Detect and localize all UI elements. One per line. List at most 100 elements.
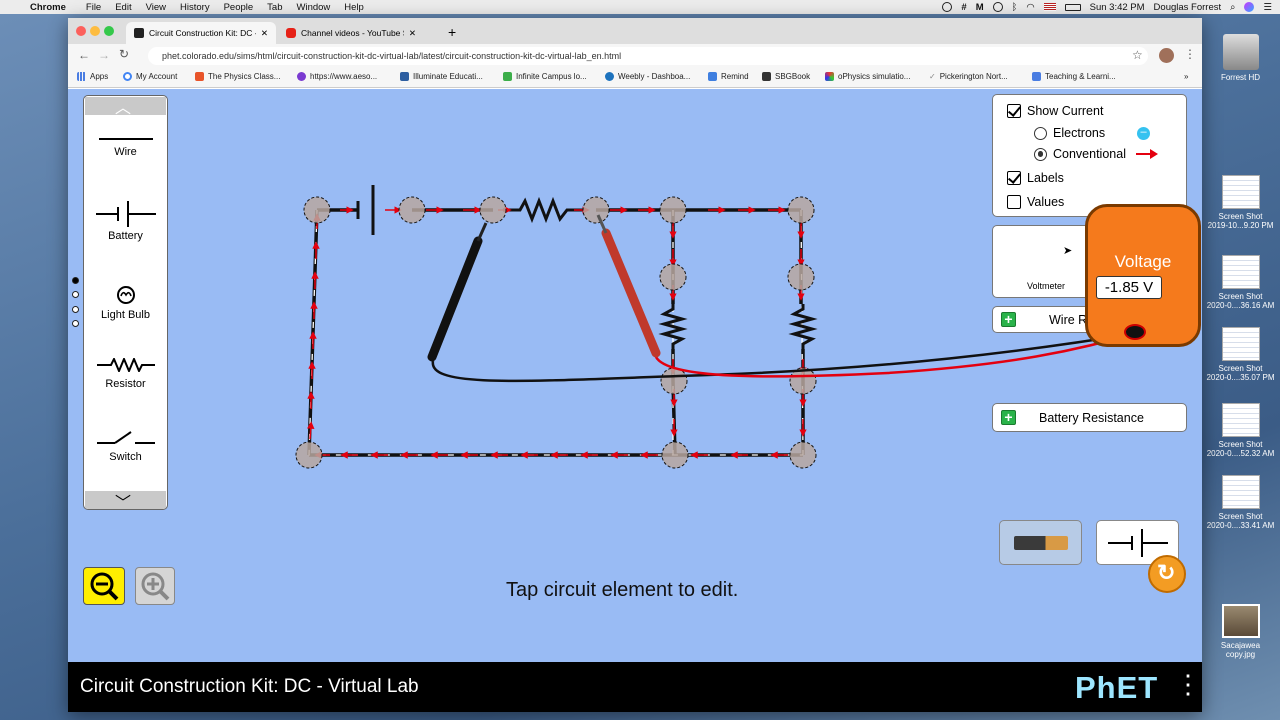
menubar-user[interactable]: Douglas Forrest (1154, 2, 1222, 13)
file-name: Screen Shot (1218, 512, 1263, 521)
grid-status-icon[interactable]: # (961, 2, 966, 13)
bookmark-physics-classroom[interactable]: The Physics Class... (195, 72, 280, 81)
menu-people[interactable]: People (224, 2, 254, 13)
menu-tab[interactable]: Tab (267, 2, 282, 13)
expand-plus-icon[interactable]: + (1001, 312, 1016, 327)
checkbox[interactable] (1007, 195, 1021, 209)
bookmark-illuminate[interactable]: Illuminate Educati... (400, 72, 483, 81)
radio-button[interactable] (1034, 147, 1047, 161)
menu-app-name[interactable]: Chrome (30, 2, 66, 13)
close-tab-icon[interactable]: ✕ (409, 28, 416, 39)
bookmark-weebly[interactable]: Weebly - Dashboa... (605, 72, 690, 81)
menu-view[interactable]: View (146, 2, 166, 13)
tab-youtube[interactable]: Channel videos - YouTube Stud ✕ (278, 22, 424, 44)
phet-logo[interactable]: PhET (1075, 670, 1158, 706)
time-machine-icon[interactable] (992, 2, 1003, 12)
labels-checkbox[interactable]: Labels (1007, 171, 1064, 185)
bookmark-remind[interactable]: Remind (708, 72, 749, 81)
junction-vertices[interactable] (295, 196, 817, 469)
toolbox-resistor[interactable]: Resistor (84, 358, 167, 390)
bookmark-sbgbook[interactable]: SBGBook (762, 72, 810, 81)
conventional-radio[interactable]: Conventional (1034, 147, 1158, 161)
radio-button[interactable] (1034, 126, 1047, 140)
menu-history[interactable]: History (180, 2, 210, 13)
bookmark-teaching-learning[interactable]: Teaching & Learni... (1032, 72, 1116, 81)
electrons-radio[interactable]: Electrons – (1034, 126, 1151, 140)
file-sub: copy.jpg (1225, 650, 1256, 659)
new-tab-button[interactable]: + (448, 24, 456, 40)
component-toolbox[interactable]: ︿ Wire Battery Light Bulb Resistor Switc… (83, 95, 168, 510)
toolbox-page-dot-1[interactable] (72, 277, 79, 284)
desktop-file-4[interactable]: Screen Shot 2020-0....52.32 AM (1203, 403, 1278, 458)
battery-component[interactable] (356, 185, 375, 235)
flag-icon[interactable] (1043, 3, 1056, 11)
wire-network[interactable] (307, 208, 805, 457)
bookmark-infinite-campus[interactable]: Infinite Campus lo... (503, 72, 587, 81)
battery-status-icon[interactable] (1064, 3, 1081, 11)
black-probe[interactable] (427, 222, 488, 362)
bookmarks-overflow-icon[interactable]: » (1184, 72, 1188, 81)
values-checkbox[interactable]: Values (1007, 195, 1064, 209)
toolbox-page-dot-4[interactable] (72, 320, 79, 327)
show-current-checkbox[interactable]: Show Current (1007, 104, 1103, 118)
tab-circuit-kit[interactable]: Circuit Construction Kit: DC - V ✕ (126, 22, 276, 44)
resistor-right[interactable] (788, 304, 818, 351)
voltmeter-device[interactable]: Voltage -1.85 V (1085, 204, 1201, 347)
drive-icon[interactable]: Forrest HD (1203, 34, 1278, 82)
bookmark-ophysics[interactable]: oPhysics simulatio... (825, 72, 910, 81)
malwarebytes-icon[interactable]: M (976, 2, 984, 13)
address-bar[interactable]: phet.colorado.edu/sims/html/circuit-cons… (148, 47, 1148, 65)
menu-help[interactable]: Help (344, 2, 364, 13)
resistor-top[interactable] (503, 196, 583, 224)
menubar-clock[interactable]: Sun 3:42 PM (1090, 2, 1145, 13)
menu-file[interactable]: File (86, 2, 101, 13)
bookmark-my-account[interactable]: My Account (123, 72, 177, 81)
toolbox-switch[interactable]: Switch (84, 430, 167, 463)
red-probe[interactable] (596, 214, 661, 358)
chrome-menu-icon[interactable]: ⋮ (1184, 47, 1196, 61)
siri-icon[interactable] (1244, 2, 1255, 12)
checkbox[interactable] (1007, 171, 1021, 185)
spotlight-search-icon[interactable]: ⌕ (1230, 2, 1235, 13)
ophysics-icon (825, 72, 834, 81)
checkbox[interactable] (1007, 104, 1021, 118)
bookmark-apps[interactable]: Apps (77, 72, 108, 81)
expand-plus-icon[interactable]: + (1001, 410, 1016, 425)
record-icon[interactable] (942, 2, 953, 12)
minimize-window-button[interactable] (90, 26, 100, 36)
desktop-file-3[interactable]: Screen Shot 2020-0....35.07 PM (1203, 327, 1278, 382)
toolbox-page-dot-3[interactable] (72, 306, 79, 313)
bookmark-aeso[interactable]: https://www.aeso... (297, 72, 377, 81)
menu-edit[interactable]: Edit (115, 2, 131, 13)
reset-all-button[interactable]: ↻ (1148, 555, 1186, 593)
desktop-file-5[interactable]: Screen Shot 2020-0....33.41 AM (1203, 475, 1278, 530)
desktop-file-6[interactable]: Sacajawea copy.jpg (1203, 604, 1278, 659)
close-tab-icon[interactable]: ✕ (261, 28, 268, 39)
menu-window[interactable]: Window (297, 2, 331, 13)
forward-icon[interactable]: → (98, 48, 110, 62)
maximize-window-button[interactable] (104, 26, 114, 36)
zoom-in-button[interactable] (135, 567, 175, 605)
close-window-button[interactable] (76, 26, 86, 36)
back-icon[interactable]: ← (78, 48, 90, 62)
phet-menu-icon[interactable]: ⋮ (1175, 670, 1201, 698)
simulation-canvas[interactable]: ︿ Wire Battery Light Bulb Resistor Switc… (68, 89, 1202, 662)
toolbox-wire[interactable]: Wire (84, 138, 167, 158)
toolbox-page-dot-2[interactable] (72, 291, 79, 298)
battery-resistance-accordion[interactable]: + Battery Resistance (992, 403, 1187, 432)
reload-icon[interactable]: ↻ (119, 47, 129, 61)
lifelike-view-button[interactable] (999, 520, 1082, 565)
toolbox-light-bulb[interactable]: Light Bulb (84, 284, 167, 321)
toolbox-scroll-down[interactable]: ﹀ (85, 491, 166, 509)
toolbox-battery[interactable]: Battery (84, 200, 167, 242)
bookmark-pickerington[interactable]: ✓ Pickerington Nort... (929, 72, 1008, 81)
wifi-icon[interactable]: ◠ (1026, 2, 1034, 13)
profile-avatar[interactable] (1159, 48, 1174, 63)
zoom-out-button[interactable] (83, 567, 125, 605)
bookmark-star-icon[interactable]: ☆ (1132, 48, 1143, 62)
notification-center-icon[interactable]: ☰ (1263, 2, 1272, 13)
desktop-file-1[interactable]: Screen Shot 2019-10...9.20 PM (1203, 175, 1278, 230)
desktop-file-2[interactable]: Screen Shot 2020-0....36.16 AM (1203, 255, 1278, 310)
bluetooth-icon[interactable]: ᛒ (1012, 2, 1018, 13)
toolbox-scroll-up[interactable]: ︿ (85, 97, 166, 117)
